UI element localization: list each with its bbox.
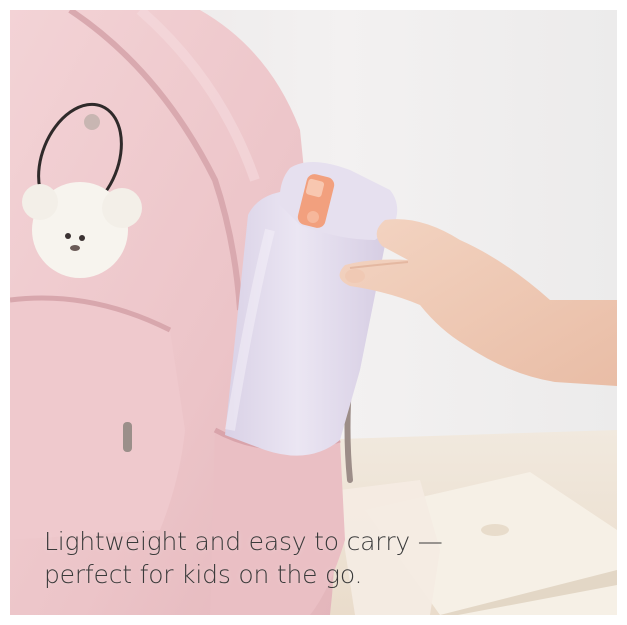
caption: Lightweight and easy to carry — perfect … bbox=[44, 525, 564, 591]
caption-line-1: Lightweight and easy to carry — bbox=[44, 527, 443, 556]
caption-line-2: perfect for kids on the go. bbox=[44, 560, 363, 589]
product-photo: Lightweight and easy to carry — perfect … bbox=[10, 10, 617, 615]
keyring-clip bbox=[84, 114, 100, 130]
